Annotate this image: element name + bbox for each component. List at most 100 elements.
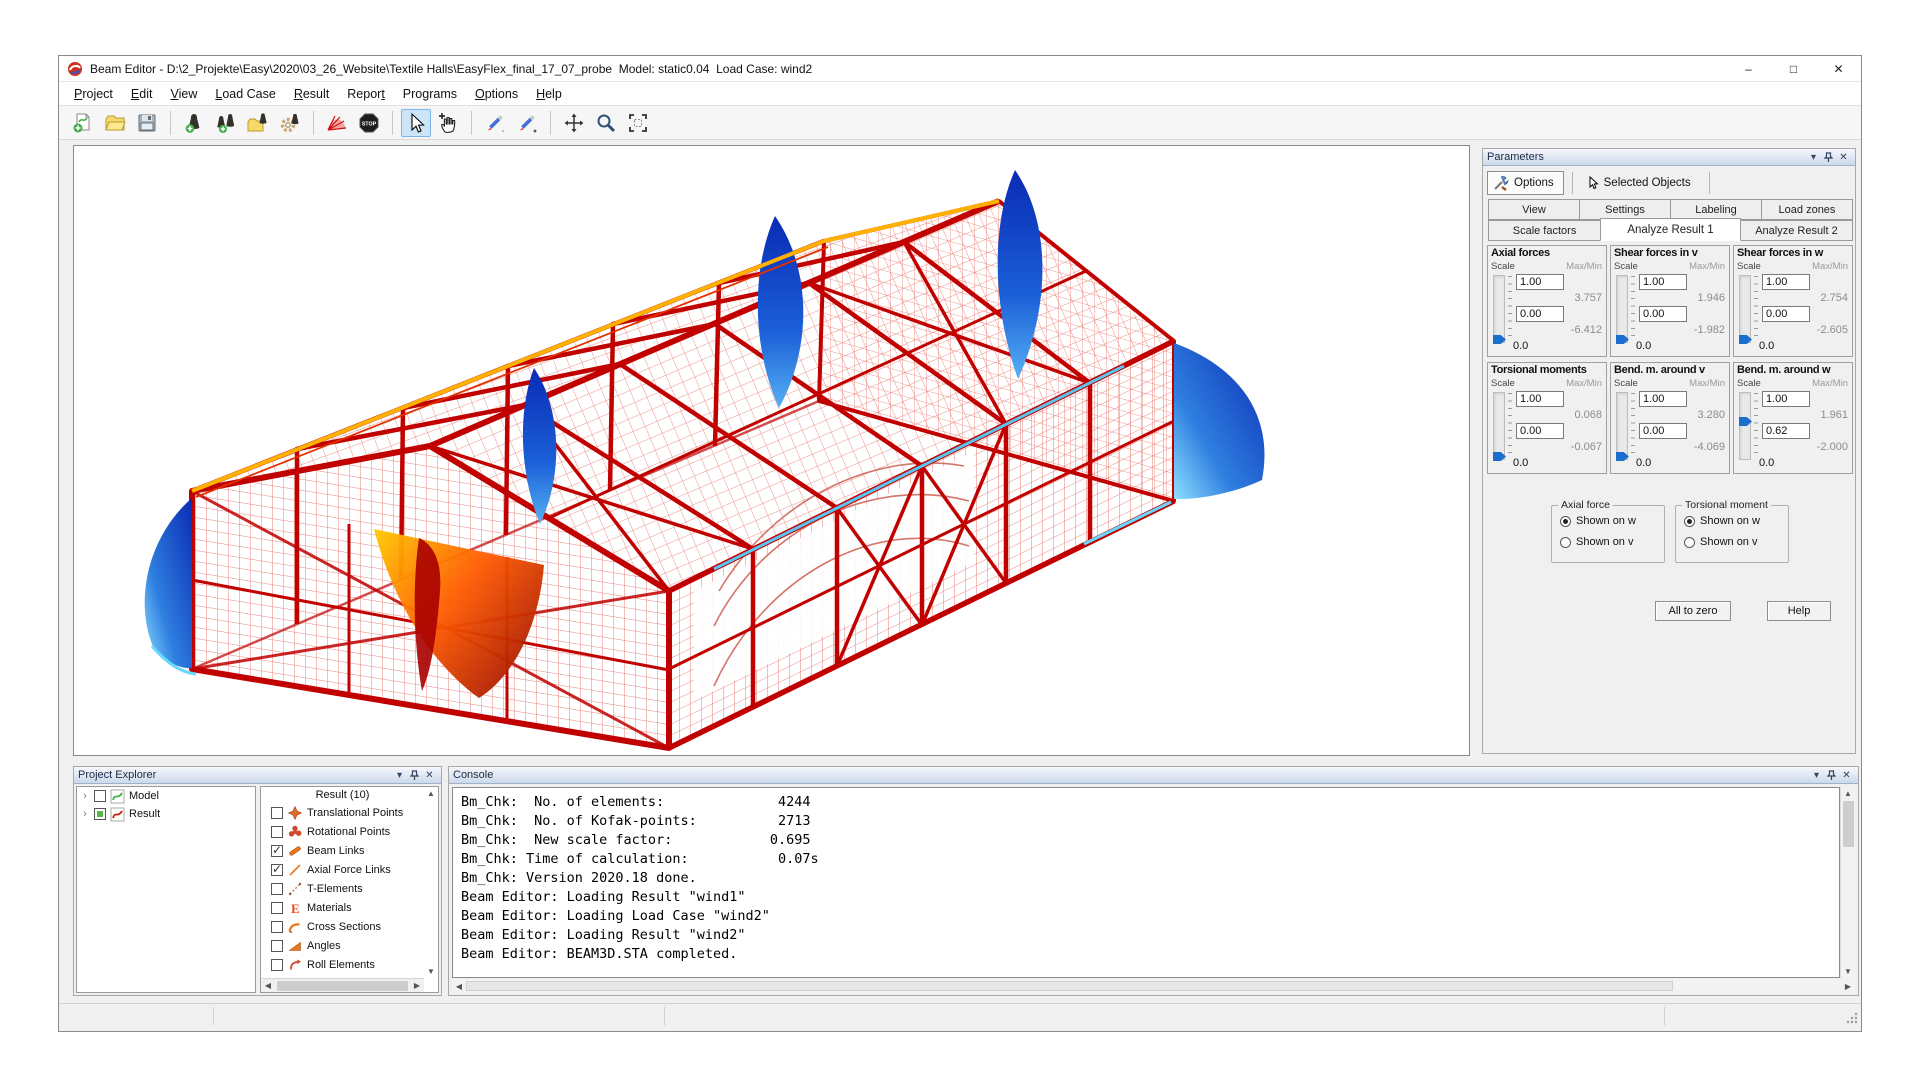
item-checkbox[interactable] bbox=[271, 921, 283, 933]
add-load-cases-button[interactable] bbox=[211, 109, 241, 137]
panel-menu-icon[interactable]: ▾ bbox=[392, 769, 407, 782]
list-item-angles[interactable]: Angles bbox=[261, 936, 438, 955]
new-model-button[interactable] bbox=[68, 109, 98, 137]
item-checkbox[interactable] bbox=[271, 864, 283, 876]
offset-input[interactable] bbox=[1516, 306, 1564, 322]
menu-help[interactable]: Help bbox=[527, 84, 571, 104]
item-checkbox[interactable] bbox=[271, 883, 283, 895]
item-checkbox[interactable] bbox=[271, 940, 283, 952]
menu-edit[interactable]: Edit bbox=[122, 84, 162, 104]
scale-slider[interactable] bbox=[1493, 275, 1505, 343]
menu-report[interactable]: Report bbox=[338, 84, 394, 104]
scrollbar-thumb[interactable] bbox=[277, 981, 408, 991]
scale-slider[interactable] bbox=[1616, 275, 1628, 343]
factor-input[interactable] bbox=[1762, 391, 1810, 407]
factor-input[interactable] bbox=[1516, 391, 1564, 407]
list-item-axial-force-links[interactable]: Axial Force Links bbox=[261, 860, 438, 879]
expander-icon[interactable]: › bbox=[80, 808, 90, 820]
item-checkbox[interactable] bbox=[271, 807, 283, 819]
tab-scale-factors[interactable]: Scale factors bbox=[1488, 220, 1601, 241]
scroll-down-icon[interactable]: ▼ bbox=[427, 967, 435, 976]
factor-input[interactable] bbox=[1639, 274, 1687, 290]
scale-slider[interactable] bbox=[1739, 275, 1751, 343]
select-tool-button[interactable] bbox=[401, 109, 431, 137]
offset-input[interactable] bbox=[1639, 306, 1687, 322]
close-icon[interactable]: ✕ bbox=[422, 769, 437, 782]
factor-input[interactable] bbox=[1516, 274, 1564, 290]
radio-shown-on-w[interactable]: Shown on w bbox=[1560, 515, 1664, 527]
panel-menu-icon[interactable]: ▾ bbox=[1806, 151, 1821, 164]
tab-view[interactable]: View bbox=[1488, 199, 1580, 220]
close-button[interactable]: ✕ bbox=[1816, 56, 1861, 82]
model-viewport[interactable] bbox=[73, 145, 1470, 756]
list-item-materials[interactable]: E Materials bbox=[261, 898, 438, 917]
pan-tool-button[interactable] bbox=[433, 109, 463, 137]
maximize-button[interactable]: □ bbox=[1771, 56, 1816, 82]
open-load-case-button[interactable] bbox=[243, 109, 273, 137]
menu-load-case[interactable]: Load Case bbox=[206, 84, 284, 104]
stop-button[interactable]: STOP bbox=[354, 109, 384, 137]
console-vertical-scrollbar[interactable]: ▲ ▼ bbox=[1840, 787, 1855, 978]
offset-input[interactable] bbox=[1762, 306, 1810, 322]
scale-slider[interactable] bbox=[1739, 392, 1751, 460]
resize-grip-icon[interactable] bbox=[1845, 1011, 1859, 1025]
offset-input[interactable] bbox=[1762, 423, 1810, 439]
tree-item-result[interactable]: › Result bbox=[77, 805, 255, 823]
list-horizontal-scrollbar[interactable]: ◀ ▶ bbox=[261, 978, 424, 992]
selected-objects-mode-button[interactable]: Selected Objects bbox=[1581, 172, 1701, 194]
load-case-settings-button[interactable] bbox=[275, 109, 305, 137]
expander-icon[interactable]: › bbox=[80, 790, 90, 802]
factor-input[interactable] bbox=[1762, 274, 1810, 290]
result-checkbox[interactable] bbox=[94, 808, 106, 820]
scroll-right-icon[interactable]: ▶ bbox=[410, 981, 424, 990]
minimize-button[interactable]: – bbox=[1726, 56, 1771, 82]
options-mode-button[interactable]: Options bbox=[1487, 171, 1564, 195]
list-item-t-elements[interactable]: T-Elements bbox=[261, 879, 438, 898]
add-load-case-button[interactable] bbox=[179, 109, 209, 137]
list-vertical-scrollbar[interactable]: ▲ ▼ bbox=[424, 787, 438, 992]
menu-options[interactable]: Options bbox=[466, 84, 527, 104]
menu-view[interactable]: View bbox=[161, 84, 206, 104]
scroll-left-icon[interactable]: ◀ bbox=[261, 981, 275, 990]
tab-load-zones[interactable]: Load zones bbox=[1761, 199, 1853, 220]
close-icon[interactable]: ✕ bbox=[1836, 151, 1851, 164]
close-icon[interactable]: ✕ bbox=[1839, 769, 1854, 782]
radio-shown-on-v[interactable]: Shown on v bbox=[1560, 536, 1664, 548]
scrollbar-thumb[interactable] bbox=[1843, 801, 1854, 847]
scale-slider[interactable] bbox=[1616, 392, 1628, 460]
tab-analyze-result-2[interactable]: Analyze Result 2 bbox=[1740, 220, 1853, 241]
tab-labeling[interactable]: Labeling bbox=[1670, 199, 1762, 220]
draw-beam-button[interactable] bbox=[480, 109, 510, 137]
console-horizontal-scrollbar[interactable]: ◀ ▶ bbox=[452, 979, 1855, 993]
menu-result[interactable]: Result bbox=[285, 84, 338, 104]
radio-icon[interactable] bbox=[1560, 537, 1571, 548]
scrollbar-thumb[interactable] bbox=[466, 981, 1673, 991]
orbit-tool-button[interactable] bbox=[559, 109, 589, 137]
scroll-down-icon[interactable]: ▼ bbox=[1844, 967, 1852, 976]
offset-input[interactable] bbox=[1639, 423, 1687, 439]
help-button[interactable]: Help bbox=[1767, 601, 1831, 621]
menu-project[interactable]: Project bbox=[65, 84, 122, 104]
zoom-tool-button[interactable] bbox=[591, 109, 621, 137]
tree-item-model[interactable]: › Model bbox=[77, 787, 255, 805]
pin-icon[interactable] bbox=[407, 769, 422, 782]
radio-icon[interactable] bbox=[1560, 516, 1571, 527]
list-item-rotational-points[interactable]: Rotational Points bbox=[261, 822, 438, 841]
panel-menu-icon[interactable]: ▾ bbox=[1809, 769, 1824, 782]
pin-icon[interactable] bbox=[1824, 769, 1839, 782]
tab-analyze-result-1[interactable]: Analyze Result 1 bbox=[1600, 218, 1741, 241]
item-checkbox[interactable] bbox=[271, 959, 283, 971]
scroll-right-icon[interactable]: ▶ bbox=[1841, 982, 1855, 991]
radio-shown-on-w[interactable]: Shown on w bbox=[1684, 515, 1788, 527]
item-checkbox[interactable] bbox=[271, 845, 283, 857]
list-item-roll-elements[interactable]: Roll Elements bbox=[261, 955, 438, 974]
tab-settings[interactable]: Settings bbox=[1579, 199, 1671, 220]
radio-icon[interactable] bbox=[1684, 516, 1695, 527]
scroll-up-icon[interactable]: ▲ bbox=[1844, 789, 1852, 798]
list-item-cross-sections[interactable]: Cross Sections bbox=[261, 917, 438, 936]
radio-icon[interactable] bbox=[1684, 537, 1695, 548]
list-item-translational-points[interactable]: Translational Points bbox=[261, 803, 438, 822]
radio-shown-on-v[interactable]: Shown on v bbox=[1684, 536, 1788, 548]
show-result-button[interactable] bbox=[322, 109, 352, 137]
save-button[interactable] bbox=[132, 109, 162, 137]
